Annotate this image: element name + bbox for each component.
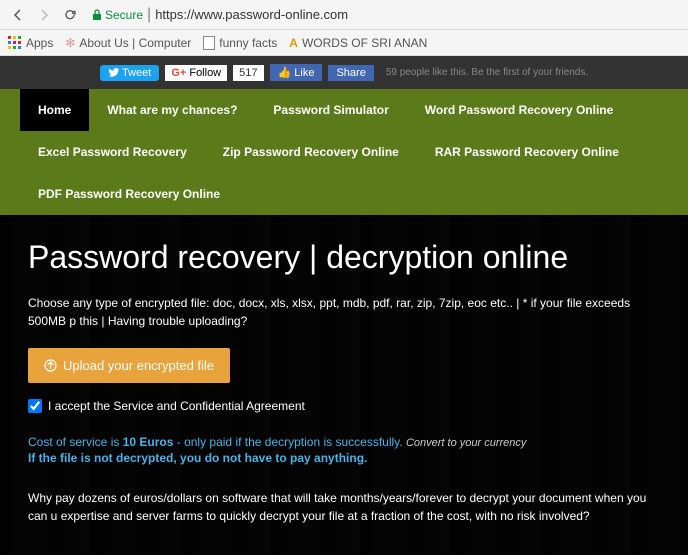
cost-guarantee: If the file is not decrypted, you do not… xyxy=(28,451,660,465)
back-button[interactable] xyxy=(8,5,28,25)
nav-word[interactable]: Word Password Recovery Online xyxy=(407,89,632,131)
bookmarks-bar: Apps ✻ About Us | Computer funny facts A… xyxy=(0,30,688,56)
document-icon xyxy=(203,36,215,50)
tweet-label: Tweet xyxy=(122,67,151,79)
secure-badge: Secure xyxy=(92,8,143,22)
upload-label: Upload your encrypted file xyxy=(63,358,214,373)
upload-button[interactable]: Upload your encrypted file xyxy=(28,348,230,383)
nav-chances[interactable]: What are my chances? xyxy=(89,89,255,131)
nav-zip[interactable]: Zip Password Recovery Online xyxy=(205,131,417,173)
cost-info: Cost of service is 10 Euros - only paid … xyxy=(28,435,660,449)
url-text: https://www.password-online.com xyxy=(155,7,348,22)
convert-currency-link[interactable]: Convert to your currency xyxy=(406,437,526,449)
hero-subtitle: Choose any type of encrypted file: doc, … xyxy=(28,294,660,330)
bookmark-item[interactable]: funny facts xyxy=(203,36,277,50)
thumbsup-icon: 👍 xyxy=(278,67,292,79)
agreement-checkbox[interactable] xyxy=(28,399,42,413)
nav-excel[interactable]: Excel Password Recovery xyxy=(20,131,205,173)
fb-share-button[interactable]: Share xyxy=(328,65,373,81)
gplus-icon: G+ xyxy=(171,67,186,79)
forward-button[interactable] xyxy=(34,5,54,25)
bookmark-item[interactable]: ✻ About Us | Computer xyxy=(65,36,191,50)
nav-pdf[interactable]: PDF Password Recovery Online xyxy=(20,173,238,215)
twitter-icon xyxy=(108,68,119,77)
follower-count: 517 xyxy=(233,65,263,81)
upload-icon xyxy=(44,359,57,372)
agreement-label: I accept the Service and Confidential Ag… xyxy=(48,399,305,413)
address-bar[interactable]: Secure | https://www.password-online.com xyxy=(86,4,680,26)
page-title: Password recovery | decryption online xyxy=(28,239,660,276)
nav-rar[interactable]: RAR Password Recovery Online xyxy=(417,131,637,173)
hero-section: Password recovery | decryption online Ch… xyxy=(0,215,688,555)
follow-label: Follow xyxy=(189,67,221,79)
like-label: Like xyxy=(294,67,314,79)
nav-simulator[interactable]: Password Simulator xyxy=(255,89,406,131)
bookmark-item[interactable]: A WORDS OF SRI ANAN xyxy=(289,36,427,50)
apps-label: Apps xyxy=(26,36,53,50)
social-caption: 59 people like this. Be the first of you… xyxy=(386,67,588,78)
pitch-text: Why pay dozens of euros/dollars on softw… xyxy=(28,489,660,525)
apps-button[interactable]: Apps xyxy=(8,36,53,50)
reload-button[interactable] xyxy=(60,5,80,25)
main-nav: Home What are my chances? Password Simul… xyxy=(0,89,688,215)
tweet-button[interactable]: Tweet xyxy=(100,65,159,81)
bookmark-label: funny facts xyxy=(219,36,277,50)
apps-icon xyxy=(8,36,22,50)
nav-home[interactable]: Home xyxy=(20,89,89,131)
bookmark-label: About Us | Computer xyxy=(79,36,191,50)
fb-like-button[interactable]: 👍 Like xyxy=(270,64,323,81)
agreement-row: I accept the Service and Confidential Ag… xyxy=(28,399,660,413)
lock-icon xyxy=(92,9,102,21)
gplus-follow-button[interactable]: G+ Follow xyxy=(165,65,227,81)
social-bar: Tweet G+ Follow 517 👍 Like Share 59 peop… xyxy=(0,56,688,89)
bookmark-label: WORDS OF SRI ANAN xyxy=(302,36,427,50)
secure-label: Secure xyxy=(105,8,143,22)
browser-toolbar: Secure | https://www.password-online.com xyxy=(0,0,688,30)
